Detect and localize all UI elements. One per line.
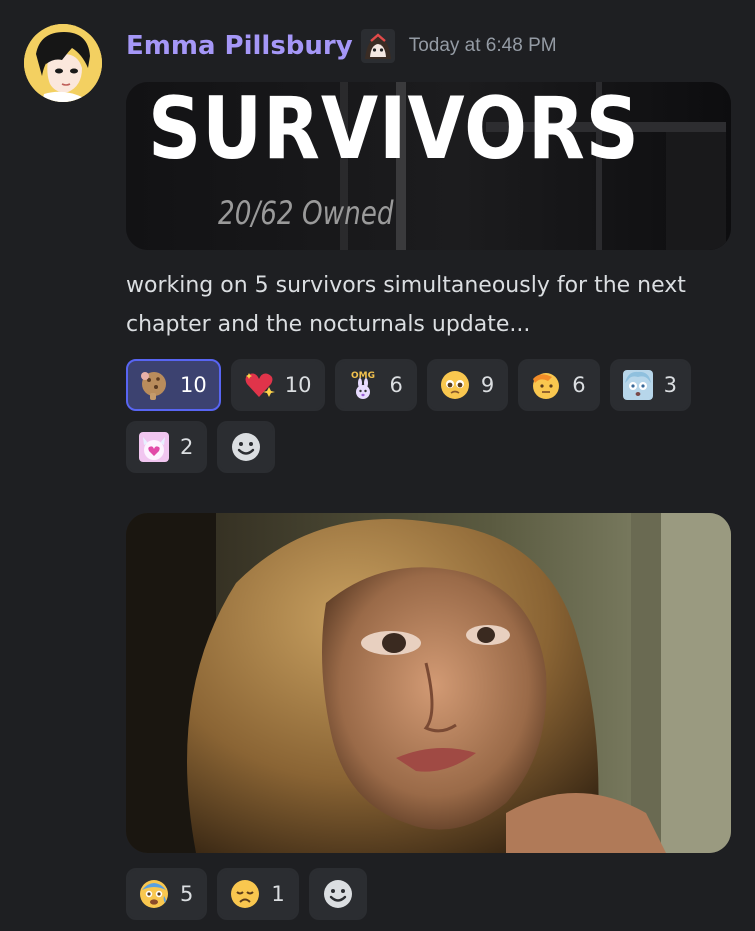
disappointed-face-emoji: [229, 878, 261, 910]
reaction-count: 10: [180, 373, 207, 397]
role-icon[interactable]: [360, 29, 395, 63]
sparkling-heart-emoji: [243, 369, 275, 401]
reaction-count: 6: [572, 373, 586, 397]
reaction-button[interactable]: 10: [126, 359, 221, 411]
saluting-face-emoji: [530, 369, 562, 401]
reaction-button[interactable]: 3: [609, 359, 691, 411]
image-reactions-bar: 5 1: [126, 868, 726, 920]
anxious-face-emoji: [138, 878, 170, 910]
reaction-button[interactable]: 2: [126, 421, 208, 473]
reaction-count: 10: [284, 373, 312, 397]
pleading-face-emoji: [439, 369, 471, 401]
reaction-count: 9: [480, 373, 495, 397]
reaction-button[interactable]: OMG 6: [335, 359, 417, 411]
omg-bunny-emoji: OMG: [347, 369, 379, 401]
reaction-button[interactable]: 9: [426, 359, 509, 411]
add-reaction-button[interactable]: [308, 868, 367, 920]
add-reaction-icon: [322, 878, 354, 910]
anime-shocked-emoji: [622, 369, 654, 401]
add-reaction-icon: [230, 431, 262, 463]
add-reaction-button[interactable]: [217, 421, 276, 473]
reaction-button[interactable]: 6: [518, 359, 600, 411]
banner-subtitle: 20/62 Owned: [218, 194, 394, 232]
message-content: working on 5 survivors simultaneously fo…: [126, 273, 686, 337]
movie-still-image[interactable]: [126, 513, 731, 853]
reaction-count: 6: [389, 373, 403, 397]
reaction-count: 5: [180, 882, 194, 906]
reaction-button[interactable]: 10: [230, 359, 326, 411]
reaction-button[interactable]: 5: [126, 868, 208, 920]
reaction-button[interactable]: 1: [217, 868, 299, 920]
banner-title: SURVIVORS: [148, 82, 640, 179]
survivors-banner-image[interactable]: SURVIVORS 20/62 Owned: [126, 82, 731, 250]
cookie-thinking-emoji: [138, 369, 170, 401]
user-avatar[interactable]: [24, 24, 102, 102]
heart-cat-emoji: [138, 431, 170, 463]
svg-text:OMG: OMG: [351, 371, 375, 381]
message-timestamp[interactable]: Today at 6:48 PM: [409, 35, 557, 57]
message-header: Emma Pillsbury Today at 6:48 PM: [126, 26, 557, 66]
chat-message: Emma Pillsbury Today at 6:48 PM SURVIVOR…: [0, 0, 755, 931]
author-name[interactable]: Emma Pillsbury: [126, 31, 353, 61]
reaction-count: 1: [271, 882, 285, 906]
reaction-count: 3: [663, 373, 677, 397]
reaction-count: 2: [180, 435, 194, 459]
reactions-bar: 10 10 OMG 6 9 6 3 2: [126, 359, 726, 473]
